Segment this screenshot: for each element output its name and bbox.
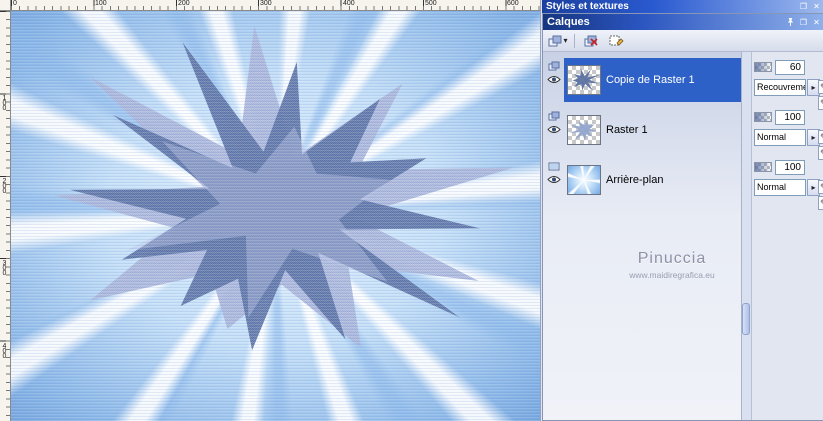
link-edit-button[interactable]: ✎ xyxy=(818,96,823,110)
application-window: 0 100 200 300 400 500 600 100 200 300 40… xyxy=(0,0,823,421)
float-icon[interactable]: ❐ xyxy=(797,1,810,12)
blend-mode-dropdown[interactable]: Recouvrement xyxy=(754,79,806,96)
watermark-url: www.maidiregrafica.eu xyxy=(629,270,715,280)
layers-toolbar: ▾ xyxy=(543,30,823,52)
layer-properties-column: 60 Recouvrement ▸ ✎ ✎ xyxy=(752,52,823,420)
opacity-row: 60 xyxy=(754,59,823,75)
layers-palette-titlebar[interactable]: Calques ❐ ✕ xyxy=(543,14,823,30)
layer-row-gutter xyxy=(544,158,564,202)
chevron-down-icon: ▾ xyxy=(563,36,568,45)
eye-icon[interactable] xyxy=(547,125,561,134)
layer-thumbnail[interactable] xyxy=(567,115,601,145)
styles-textures-titlebar[interactable]: Styles et textures ❐ ✕ xyxy=(542,0,823,13)
layer-name: Raster 1 xyxy=(606,124,648,136)
delete-layer-icon xyxy=(584,35,598,46)
canvas-pane: 0 100 200 300 400 500 600 100 200 300 40… xyxy=(0,0,540,421)
layer-thumbnail[interactable] xyxy=(567,165,601,195)
ruler-label: 200 xyxy=(1,178,8,193)
layer-row-copie-de-raster-1: Copie de Raster 1 xyxy=(544,58,741,102)
layer-thumbnail[interactable] xyxy=(567,65,601,95)
layer-row-gutter xyxy=(544,108,564,152)
ruler-label: 300 xyxy=(1,260,8,275)
blend-mode-dropdown[interactable]: Normal xyxy=(754,129,806,146)
watermark-name: Pinuccia xyxy=(637,250,707,267)
layer-badge-icon xyxy=(548,111,560,121)
layers-palette: Calques ❐ ✕ ▾ Copie de Raster 1 Raster 1… xyxy=(542,13,823,421)
layer-props-arriere-plan: 100 Normal ▸ ✎ ✎ xyxy=(754,159,823,210)
float-icon[interactable]: ❐ xyxy=(797,17,810,28)
styles-textures-title: Styles et textures xyxy=(546,1,629,12)
layer-row-raster-1: Raster 1 xyxy=(544,108,741,152)
link-edit-button[interactable]: ✎ xyxy=(818,146,823,160)
opacity-field[interactable]: 60 xyxy=(775,59,805,75)
chevron-right-icon: ▸ xyxy=(811,83,816,92)
ruler-label: 400 xyxy=(1,343,8,358)
image-canvas[interactable] xyxy=(11,11,540,421)
ruler-corner xyxy=(0,0,11,11)
ruler-label: 0 xyxy=(13,0,17,7)
eye-icon[interactable] xyxy=(547,175,561,184)
layer-badge-icon xyxy=(548,61,560,71)
ruler-label: 400 xyxy=(343,0,355,7)
blend-mode-row: Normal ▸ xyxy=(754,129,823,146)
layer-name: Copie de Raster 1 xyxy=(606,74,695,86)
eye-icon[interactable] xyxy=(547,75,561,84)
link-edit-button[interactable]: ✎ xyxy=(818,130,823,144)
ruler-label: 100 xyxy=(95,0,107,7)
opacity-slider[interactable] xyxy=(754,62,772,72)
starburst-artwork xyxy=(54,25,515,351)
layer-list: Copie de Raster 1 Raster 1 Arrière-plan … xyxy=(543,52,742,420)
palette-title: Calques xyxy=(547,16,590,28)
layer-row-arriere-plan: Arrière-plan xyxy=(544,158,741,202)
edit-selection-icon xyxy=(609,35,624,46)
link-edit-button[interactable]: ✎ xyxy=(818,80,823,94)
layer-name: Arrière-plan xyxy=(606,174,664,186)
link-edit-button[interactable]: ✎ xyxy=(818,180,823,194)
edit-selection-button[interactable] xyxy=(605,31,627,51)
toolbar-separator xyxy=(574,33,575,48)
chevron-right-icon: ▸ xyxy=(811,183,816,192)
pin-icon[interactable] xyxy=(784,17,797,28)
layer-props-raster-1: 100 Normal ▸ ✎ ✎ xyxy=(754,109,823,160)
opacity-row: 100 xyxy=(754,109,823,125)
layer-badge-icon xyxy=(548,162,560,171)
link-edit-button[interactable]: ✎ xyxy=(818,196,823,210)
close-icon[interactable]: ✕ xyxy=(810,17,823,28)
ruler-label: 500 xyxy=(425,0,437,7)
ruler-label: 300 xyxy=(260,0,272,7)
opacity-slider[interactable] xyxy=(754,112,772,122)
new-layer-icon xyxy=(548,35,562,46)
layer-props-copie-de-raster-1: 60 Recouvrement ▸ ✎ ✎ xyxy=(754,59,823,110)
opacity-field[interactable]: 100 xyxy=(775,159,805,175)
ruler-label: 100 xyxy=(1,95,8,110)
layer-list-scrollbar[interactable] xyxy=(742,52,752,420)
opacity-row: 100 xyxy=(754,159,823,175)
layers-palette-body: Copie de Raster 1 Raster 1 Arrière-plan … xyxy=(543,52,823,420)
new-layer-button[interactable]: ▾ xyxy=(547,31,569,51)
scrollbar-thumb[interactable] xyxy=(742,303,750,335)
layer-row-body[interactable]: Copie de Raster 1 xyxy=(564,58,741,102)
watermark: Pinuccia www.maidiregrafica.eu xyxy=(609,250,735,280)
layer-row-gutter xyxy=(544,58,564,102)
blend-mode-row: Normal ▸ xyxy=(754,179,823,196)
ruler-label: 200 xyxy=(178,0,190,7)
blend-mode-row: Recouvrement ▸ xyxy=(754,79,823,96)
docked-palettes: Styles et textures ❐ ✕ Calques ❐ ✕ ▾ Cop… xyxy=(540,0,823,421)
close-icon[interactable]: ✕ xyxy=(810,1,823,12)
ruler-label: 600 xyxy=(507,0,519,7)
opacity-slider[interactable] xyxy=(754,162,772,172)
opacity-field[interactable]: 100 xyxy=(775,109,805,125)
layer-row-body[interactable]: Raster 1 xyxy=(564,108,741,152)
blend-mode-dropdown[interactable]: Normal xyxy=(754,179,806,196)
chevron-right-icon: ▸ xyxy=(811,133,816,142)
horizontal-ruler: 0 100 200 300 400 500 600 xyxy=(11,0,540,11)
vertical-ruler: 100 200 300 400 xyxy=(0,11,11,421)
layer-row-body[interactable]: Arrière-plan xyxy=(564,158,741,202)
delete-layer-button[interactable] xyxy=(580,31,602,51)
